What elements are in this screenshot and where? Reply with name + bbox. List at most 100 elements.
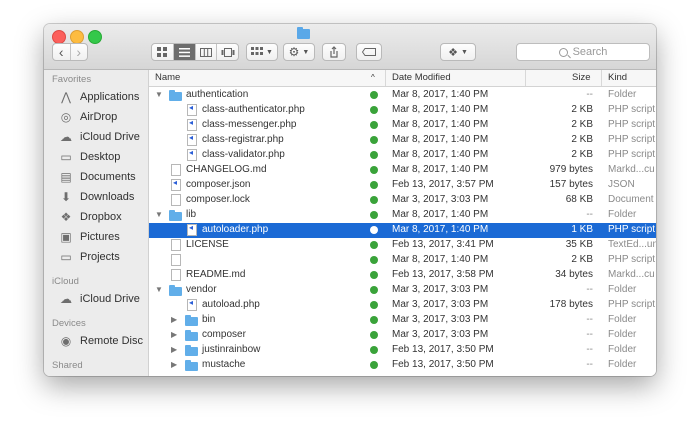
file-date-modified: Mar 8, 2017, 1:40 PM bbox=[392, 224, 489, 235]
file-kind: Markd...cu bbox=[608, 269, 655, 280]
search-field[interactable]: Search bbox=[516, 43, 650, 61]
file-kind: PHP script bbox=[608, 104, 656, 115]
file-row[interactable]: autoload.php Mar 3, 2017, 3:03 PM 178 byte… bbox=[149, 298, 656, 313]
file-date-modified: Mar 8, 2017, 1:40 PM bbox=[392, 149, 489, 160]
zoom-window-button[interactable] bbox=[88, 30, 102, 44]
file-kind: Folder bbox=[608, 89, 637, 100]
disclosure-open-icon[interactable]: ▼ bbox=[155, 285, 163, 294]
sidebar-item-icloud-drive-2[interactable]: ☁ iCloud Drive bbox=[58, 290, 140, 308]
file-row[interactable]: ▶ mustache Feb 13, 2017, 3:50 PM -- Folder bbox=[149, 358, 656, 373]
disclosure-closed-icon[interactable]: ▶ bbox=[171, 360, 177, 369]
sidebar-item-pictures[interactable]: ▣ Pictures bbox=[58, 228, 120, 246]
column-header-kind[interactable]: Kind bbox=[608, 72, 627, 83]
file-row[interactable]: class-authenticator.php Mar 8, 2017, 1:40… bbox=[149, 103, 656, 118]
file-row[interactable]: ▶ justinrainbow Feb 13, 2017, 3:50 PM -- Fol… bbox=[149, 343, 656, 358]
column-header-size[interactable]: Size bbox=[572, 72, 590, 83]
file-name: justinrainbow bbox=[202, 344, 261, 355]
sidebar-item-airdrop[interactable]: ◎ AirDrop bbox=[58, 108, 118, 126]
file-row[interactable]: class-registrar.php Mar 8, 2017, 1:40 PM 2… bbox=[149, 133, 656, 148]
column-header-date-modified[interactable]: Date Modified bbox=[392, 72, 451, 83]
sync-status-icon bbox=[370, 346, 378, 354]
toolbar: ‹ › ▼ ⚙ ▼ ❖ ▼ Search bbox=[44, 24, 656, 70]
folder-icon bbox=[169, 90, 182, 101]
sidebar-item-projects[interactable]: ▭ Projects bbox=[58, 248, 119, 266]
sidebar-item-documents[interactable]: ▤ Documents bbox=[58, 168, 135, 186]
file-date-modified: Mar 8, 2017, 1:40 PM bbox=[392, 104, 489, 115]
disc-icon: ◉ bbox=[60, 334, 72, 348]
action-button[interactable]: ⚙ ▼ bbox=[283, 43, 315, 61]
sidebar-item-icloud-drive[interactable]: ☁ iCloud Drive bbox=[58, 128, 140, 146]
list-view-icon bbox=[178, 47, 190, 57]
column-view-button[interactable] bbox=[194, 44, 217, 60]
file-row[interactable]: autoloader.php Mar 8, 2017, 1:40 PM 1 KB PH… bbox=[149, 223, 656, 238]
file-row[interactable]: composer.json Feb 13, 2017, 3:57 PM 157 by… bbox=[149, 178, 656, 193]
file-date-modified: Feb 13, 2017, 3:57 PM bbox=[392, 179, 494, 190]
sidebar-section-favorites: Favorites bbox=[52, 74, 92, 85]
tags-button[interactable] bbox=[356, 43, 382, 61]
file-row[interactable]: Mar 8, 2017, 1:40 PM 2 KB PHP script bbox=[149, 253, 656, 268]
gallery-view-button[interactable] bbox=[216, 44, 238, 60]
icon-view-icon bbox=[157, 47, 168, 57]
cloud-icon: ☁ bbox=[60, 292, 72, 306]
sidebar-item-label: iCloud Drive bbox=[80, 131, 140, 143]
column-header-row: Name ^ Date Modified Size Kind bbox=[149, 70, 656, 87]
gear-icon: ⚙ bbox=[288, 45, 300, 59]
sync-status-icon bbox=[370, 136, 378, 144]
dropbox-button[interactable]: ❖ ▼ bbox=[440, 43, 476, 61]
minimize-window-button[interactable] bbox=[70, 30, 84, 44]
back-button[interactable]: ‹ bbox=[53, 44, 70, 60]
file-size: 2 KB bbox=[571, 254, 593, 265]
sync-status-icon bbox=[370, 91, 378, 99]
file-row[interactable]: ▶ composer Mar 3, 2017, 3:03 PM -- Folder bbox=[149, 328, 656, 343]
file-kind: PHP script bbox=[608, 134, 656, 145]
file-kind: PHP script bbox=[608, 224, 656, 235]
disclosure-closed-icon[interactable]: ▶ bbox=[171, 315, 177, 324]
sidebar-section-icloud: iCloud bbox=[52, 276, 79, 287]
disclosure-open-icon[interactable]: ▼ bbox=[155, 210, 163, 219]
folder-icon bbox=[185, 345, 198, 356]
file-name: class-messenger.php bbox=[202, 119, 297, 130]
column-header-name[interactable]: Name bbox=[155, 72, 180, 83]
file-row[interactable]: composer.lock Mar 3, 2017, 3:03 PM 68 KB Do… bbox=[149, 193, 656, 208]
sidebar-item-remote-disc[interactable]: ◉ Remote Disc bbox=[58, 332, 143, 350]
sidebar-item-label: Pictures bbox=[80, 231, 120, 243]
sidebar-item-downloads[interactable]: ⬇ Downloads bbox=[58, 188, 134, 206]
close-window-button[interactable] bbox=[52, 30, 66, 44]
list-view-button[interactable] bbox=[172, 44, 195, 60]
sidebar-item-dropbox[interactable]: ❖ Dropbox bbox=[58, 208, 122, 226]
forward-button[interactable]: › bbox=[69, 44, 88, 60]
file-row[interactable]: ▼ lib Mar 8, 2017, 1:40 PM -- Folder bbox=[149, 208, 656, 223]
file-row[interactable]: class-messenger.php Mar 8, 2017, 1:40 PM 2… bbox=[149, 118, 656, 133]
arrange-button[interactable]: ▼ bbox=[246, 43, 278, 61]
file-row[interactable]: LICENSE Feb 13, 2017, 3:41 PM 35 KB TextEd.… bbox=[149, 238, 656, 253]
sync-status-icon bbox=[370, 196, 378, 204]
disclosure-closed-icon[interactable]: ▶ bbox=[171, 345, 177, 354]
disclosure-closed-icon[interactable]: ▶ bbox=[171, 330, 177, 339]
file-date-modified: Mar 8, 2017, 1:40 PM bbox=[392, 254, 489, 265]
sidebar-item-desktop[interactable]: ▭ Desktop bbox=[58, 148, 120, 166]
disclosure-open-icon[interactable]: ▼ bbox=[155, 90, 163, 99]
file-row[interactable]: CHANGELOG.md Mar 8, 2017, 1:40 PM 979 byte… bbox=[149, 163, 656, 178]
sync-status-icon bbox=[370, 256, 378, 264]
file-row[interactable]: ▶ bin Mar 3, 2017, 3:03 PM -- Folder bbox=[149, 313, 656, 328]
file-name: vendor bbox=[186, 284, 217, 295]
file-row[interactable]: ▼ vendor Mar 3, 2017, 3:03 PM -- Folder bbox=[149, 283, 656, 298]
file-size: -- bbox=[586, 89, 593, 100]
file-size: 178 bytes bbox=[549, 299, 593, 310]
file-size: 34 bytes bbox=[555, 269, 593, 280]
share-button[interactable] bbox=[322, 43, 346, 61]
file-date-modified: Mar 3, 2017, 3:03 PM bbox=[392, 299, 489, 310]
sidebar-item-label: Dropbox bbox=[80, 211, 122, 223]
icon-view-button[interactable] bbox=[152, 44, 173, 60]
search-placeholder: Search bbox=[572, 46, 608, 58]
file-row[interactable]: class-validator.php Mar 8, 2017, 1:40 PM 2… bbox=[149, 148, 656, 163]
sidebar-item-applications[interactable]: ⋀ Applications bbox=[58, 88, 139, 106]
file-row[interactable]: ▼ authentication Mar 8, 2017, 1:40 PM -- Fol… bbox=[149, 88, 656, 103]
sort-ascending-icon: ^ bbox=[371, 73, 375, 82]
file-kind: Folder bbox=[608, 314, 637, 325]
finder-window: ‹ › ▼ ⚙ ▼ ❖ ▼ Search Favorites ⋀ Applica… bbox=[44, 24, 656, 376]
json-file-icon bbox=[171, 178, 181, 191]
file-row[interactable]: README.md Feb 13, 2017, 3:58 PM 34 bytes Ma… bbox=[149, 268, 656, 283]
sync-status-icon bbox=[370, 106, 378, 114]
chevron-down-icon: ▼ bbox=[302, 48, 310, 56]
